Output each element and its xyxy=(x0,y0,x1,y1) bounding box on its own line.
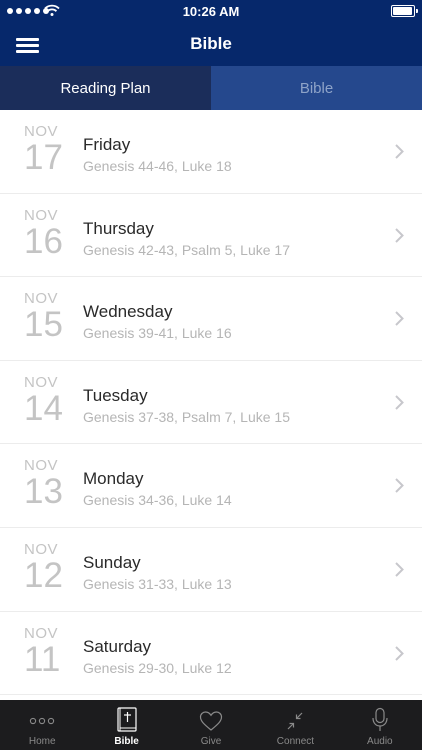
bottom-tab-label: Audio xyxy=(367,736,393,747)
passage-label: Genesis 29-30, Luke 12 xyxy=(83,659,232,676)
weekday-label: Friday xyxy=(83,135,131,154)
status-bar: 10:26 AM xyxy=(0,0,422,24)
nav-bar: Bible xyxy=(0,24,422,66)
weekday-label: Wednesday xyxy=(83,302,173,322)
bottom-tab-audio[interactable]: Audio xyxy=(338,700,422,750)
chevron-right-icon xyxy=(395,478,404,494)
reading-row-nov-16[interactable]: NOV 16 Thursday Genesis 42-43, Psalm 5, … xyxy=(0,194,422,278)
tab-reading-plan[interactable]: Reading Plan xyxy=(0,66,211,110)
connect-arrows-icon xyxy=(287,712,303,730)
passage-label: Genesis 39-41, Luke 16 xyxy=(83,325,232,342)
day-number: 11 xyxy=(24,639,61,679)
weekday-label: Tuesday xyxy=(83,385,148,405)
date-block: NOV 11 xyxy=(24,625,64,679)
day-number: 14 xyxy=(24,388,63,428)
day-number: 16 xyxy=(24,221,63,261)
day-number: 13 xyxy=(24,472,63,512)
day-number: 15 xyxy=(24,305,63,345)
tab-bible[interactable]: Bible xyxy=(211,66,422,110)
date-block: NOV 15 xyxy=(24,291,64,345)
weekday-label: Sunday xyxy=(83,552,141,572)
reading-info: Monday Genesis 34-36, Luke 14 xyxy=(83,469,232,508)
top-bar: 10:26 AM Bible xyxy=(0,0,422,66)
microphone-icon xyxy=(372,707,388,731)
day-number: 12 xyxy=(24,555,63,595)
reading-info: Thursday Genesis 42-43, Psalm 5, Luke 17 xyxy=(83,219,290,258)
bottom-tab-bar: Home Bible Give Connect Audio xyxy=(0,700,422,750)
day-number: 17 xyxy=(24,138,63,177)
reading-info: Saturday Genesis 29-30, Luke 12 xyxy=(83,637,232,676)
passage-label: Genesis 31-33, Luke 13 xyxy=(83,575,232,592)
reading-plan-list: NOV 17 Friday Genesis 44-46, Luke 18 NOV… xyxy=(0,110,422,700)
status-time: 10:26 AM xyxy=(182,4,240,19)
segment-tabs: Reading Plan Bible xyxy=(0,66,422,110)
page-title: Bible xyxy=(190,34,232,53)
passage-label: Genesis 37-38, Psalm 7, Luke 15 xyxy=(83,408,291,425)
bottom-tab-label: Home xyxy=(28,736,56,747)
reading-row-nov-17[interactable]: NOV 17 Friday Genesis 44-46, Luke 18 xyxy=(0,110,422,194)
bottom-tab-home[interactable]: Home xyxy=(0,700,84,750)
reading-row-nov-12[interactable]: NOV 12 Sunday Genesis 31-33, Luke 13 xyxy=(0,528,422,612)
date-block: NOV 14 xyxy=(24,374,64,428)
weekday-label: Monday xyxy=(83,469,144,489)
weekday-label: Thursday xyxy=(83,218,154,238)
passage-label: Genesis 34-36, Luke 14 xyxy=(83,492,232,509)
passage-label: Genesis 42-43, Psalm 5, Luke 17 xyxy=(83,241,291,258)
reading-info: Wednesday Genesis 39-41, Luke 16 xyxy=(83,302,232,341)
heart-icon xyxy=(199,711,223,731)
date-block: NOV 13 xyxy=(24,458,64,512)
reading-info: Sunday Genesis 31-33, Luke 13 xyxy=(83,553,232,592)
bottom-tab-bible[interactable]: Bible xyxy=(84,700,168,750)
chevron-right-icon xyxy=(395,395,404,410)
date-block: NOV 16 xyxy=(24,207,64,261)
weekday-label: Saturday xyxy=(83,636,152,656)
bottom-tab-label: Give xyxy=(200,736,222,747)
dots-icon xyxy=(30,717,55,725)
reading-info: Friday Genesis 44-46, Luke 18 xyxy=(83,135,232,174)
bottom-tab-label: Connect xyxy=(276,736,315,747)
bottom-tab-connect[interactable]: Connect xyxy=(253,700,337,750)
chevron-right-icon xyxy=(395,311,404,326)
battery-icon xyxy=(391,5,418,17)
bible-book-icon xyxy=(117,707,137,732)
reading-row-nov-14[interactable]: NOV 14 Tuesday Genesis 37-38, Psalm 7, L… xyxy=(0,361,422,445)
reading-info: Tuesday Genesis 37-38, Psalm 7, Luke 15 xyxy=(83,386,290,425)
date-block: NOV 12 xyxy=(24,541,64,595)
reading-row-nov-13[interactable]: NOV 13 Monday Genesis 34-36, Luke 14 xyxy=(0,444,422,528)
reading-row-nov-11[interactable]: NOV 11 Saturday Genesis 29-30, Luke 12 xyxy=(0,612,422,696)
date-block: NOV 17 xyxy=(24,124,64,177)
chevron-right-icon xyxy=(395,227,404,243)
reading-row-nov-15[interactable]: NOV 15 Wednesday Genesis 39-41, Luke 16 xyxy=(0,277,422,361)
bottom-tab-give[interactable]: Give xyxy=(169,700,253,750)
chevron-right-icon xyxy=(395,562,404,577)
chevron-right-icon xyxy=(395,144,404,159)
chevron-right-icon xyxy=(395,645,404,661)
passage-label: Genesis 44-46, Luke 18 xyxy=(83,158,232,174)
bottom-tab-label: Bible xyxy=(114,736,139,747)
